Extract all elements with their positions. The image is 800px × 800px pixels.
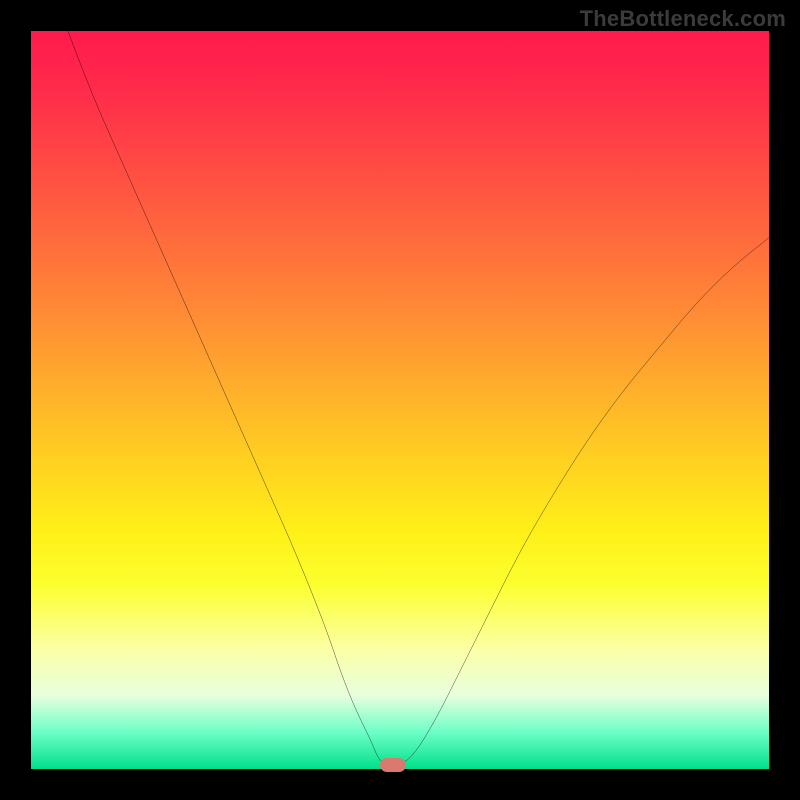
curve-path [68,31,769,765]
watermark-text: TheBottleneck.com [580,6,786,32]
optimum-marker [380,758,406,772]
chart-frame: TheBottleneck.com [0,0,800,800]
bottleneck-curve [31,31,769,769]
